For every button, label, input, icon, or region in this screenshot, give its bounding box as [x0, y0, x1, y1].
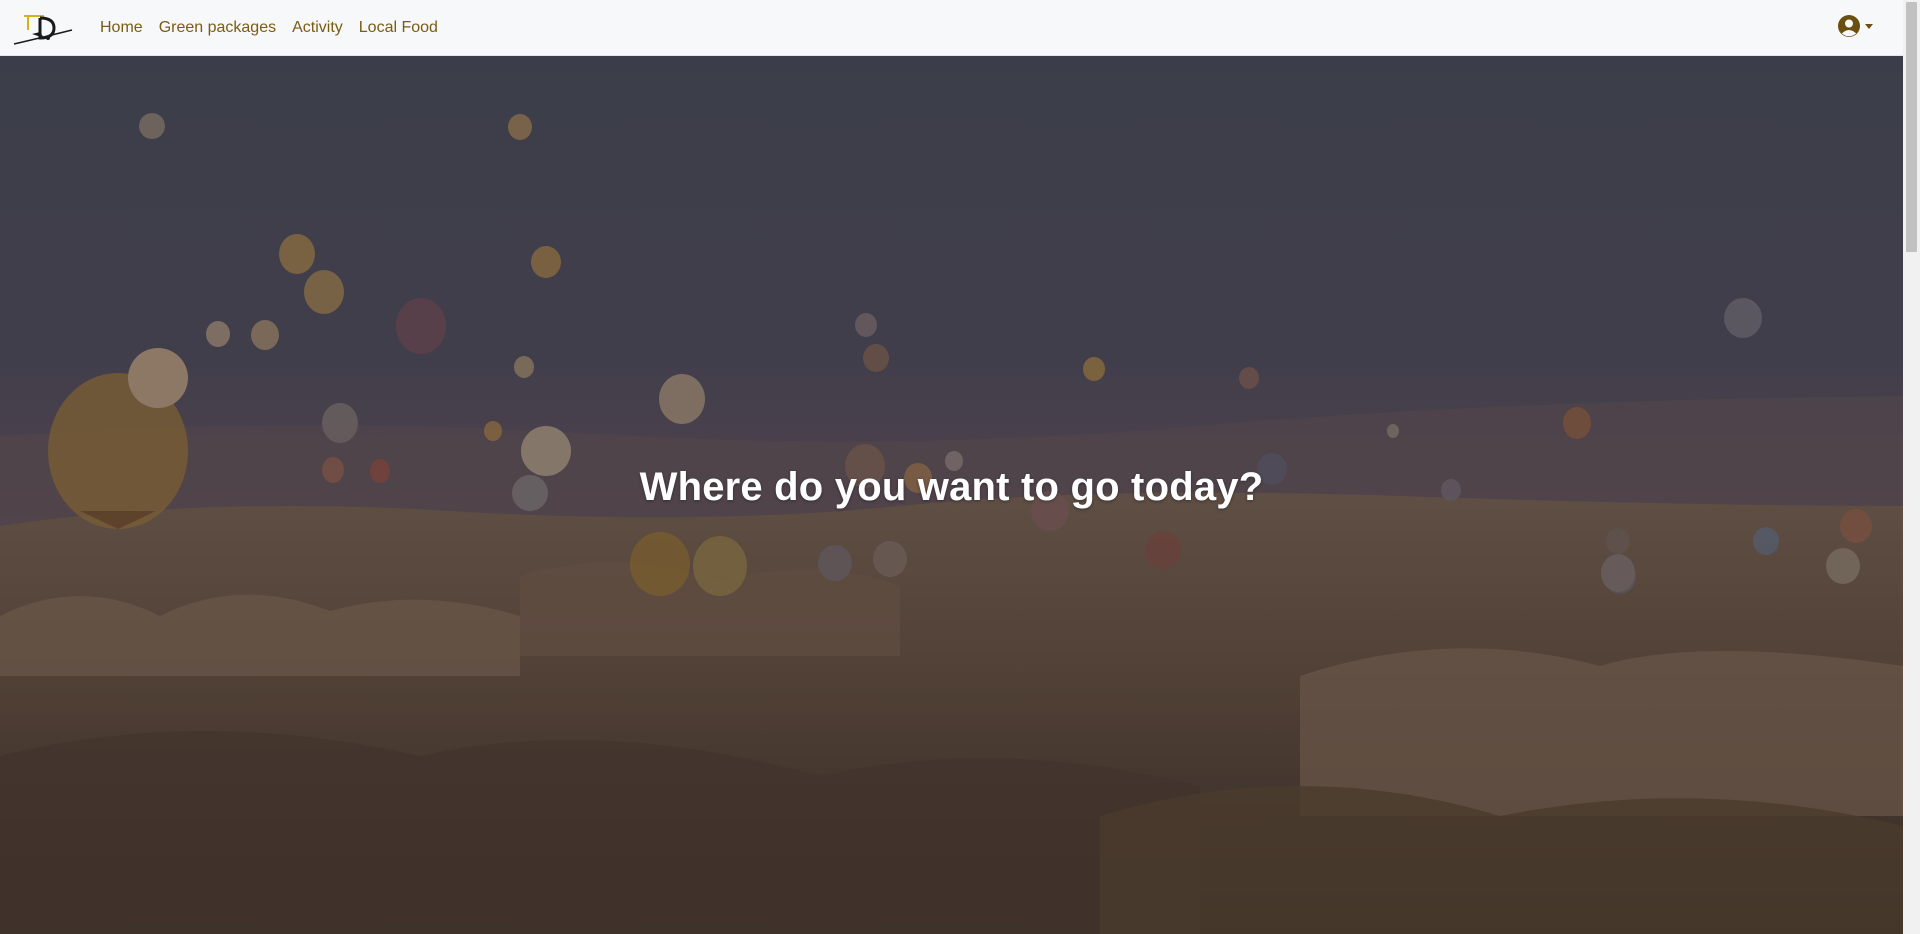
nav-link-activity[interactable]: Activity	[292, 19, 343, 37]
scrollbar-thumb[interactable]	[1906, 2, 1917, 252]
page: Home Green packages Activity Local Food	[0, 0, 1920, 934]
navbar: Home Green packages Activity Local Food	[0, 0, 1903, 56]
logo-icon	[13, 14, 73, 45]
caret-down-icon	[1865, 24, 1873, 29]
hero-title: Where do you want to go today?	[639, 464, 1264, 509]
hero-banner: Where do you want to go today?	[0, 56, 1903, 934]
account-dropdown[interactable]	[1837, 14, 1873, 38]
user-circle-icon	[1838, 15, 1860, 37]
nav-link-local-food[interactable]: Local Food	[359, 19, 438, 37]
scrollbar[interactable]	[1903, 0, 1920, 934]
nav-links: Home Green packages Activity Local Food	[100, 19, 438, 37]
nav-link-green-packages[interactable]: Green packages	[159, 19, 276, 37]
brand-logo[interactable]	[10, 8, 80, 48]
nav-link-home[interactable]: Home	[100, 19, 143, 37]
